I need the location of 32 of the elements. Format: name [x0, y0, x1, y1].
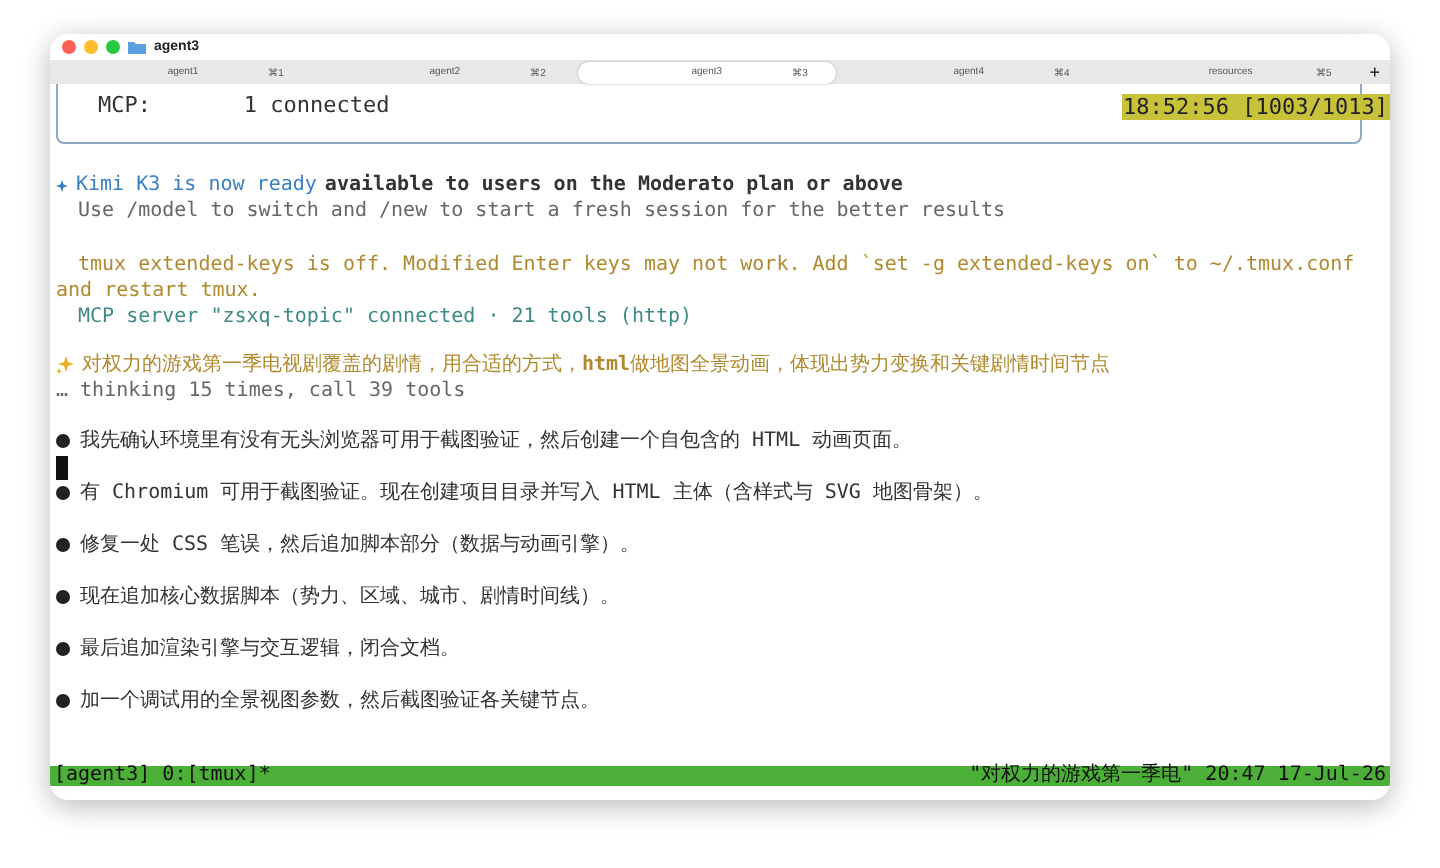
maximize-icon[interactable] [106, 40, 120, 54]
message-text: 有 Chromium 可用于截图验证。现在创建项目目录并写入 HTML 主体（含样式与 SVG 地图骨架）。 [80, 480, 993, 506]
close-icon[interactable] [62, 40, 76, 54]
cursor [56, 456, 68, 480]
message-text: 现在追加核心数据脚本（势力、区域、城市、剧情时间线）。 [80, 584, 620, 610]
status-info: "对权力的游戏第一季电" 20:47 17-Jul-26 [969, 766, 1386, 786]
message-text: 我先确认环境里有没有无头浏览器可用于截图验证，然后创建一个自包含的 HTML 动画页面。 [80, 428, 913, 454]
hint-text: Use /model to switch and /new to start a fresh session for the better results [76, 198, 1008, 224]
folder-icon [128, 40, 146, 54]
sparkle-icon [56, 356, 74, 374]
bullet-icon [56, 694, 70, 708]
bullet-icon [56, 642, 70, 656]
info-value: 1 connected [243, 92, 390, 118]
bullet-icon [56, 486, 70, 500]
notice-text: available to users on the Moderato plan or above [324, 172, 903, 198]
minimize-icon[interactable] [84, 40, 98, 54]
info-label: MCP: [98, 92, 151, 118]
star-icon [56, 179, 68, 191]
clock-text: 18:52:56 [1003/1013] [1121, 94, 1390, 120]
new-tab-button[interactable]: + [1363, 63, 1387, 81]
bullet-icon [56, 590, 70, 604]
thinking-text: … thinking 15 times, call 39 tools [56, 378, 468, 404]
server-status: MCP server "zsxq-topic" connected · 21 tools (http) [76, 304, 695, 330]
warning-text: tmux extended-keys is off. Modified Enter keys may not work. Add `set -g extended-keys on` to ~/.tmux.conf and restart tmux. [56, 252, 1357, 304]
bullet-icon [56, 434, 70, 448]
prompt-text: 对权力的游戏第一季电视剧覆盖的剧情，用合适的方式，html做地图全景动画，体现出势力变换和关键剧情时间节点 [82, 352, 1111, 378]
notice-title: Kimi K3 is now ready [76, 172, 317, 198]
message-text: 修复一处 CSS 笔误，然后追加脚本部分（数据与动画引擎）。 [80, 532, 641, 558]
message-text: 最后追加渲染引擎与交互逻辑，闭合文档。 [80, 636, 460, 662]
bullet-icon [56, 538, 70, 552]
message-text: 加一个调试用的全景视图参数，然后截图验证各关键节点。 [80, 688, 600, 714]
session-label: [agent3] 0:[tmux]* [54, 766, 271, 786]
